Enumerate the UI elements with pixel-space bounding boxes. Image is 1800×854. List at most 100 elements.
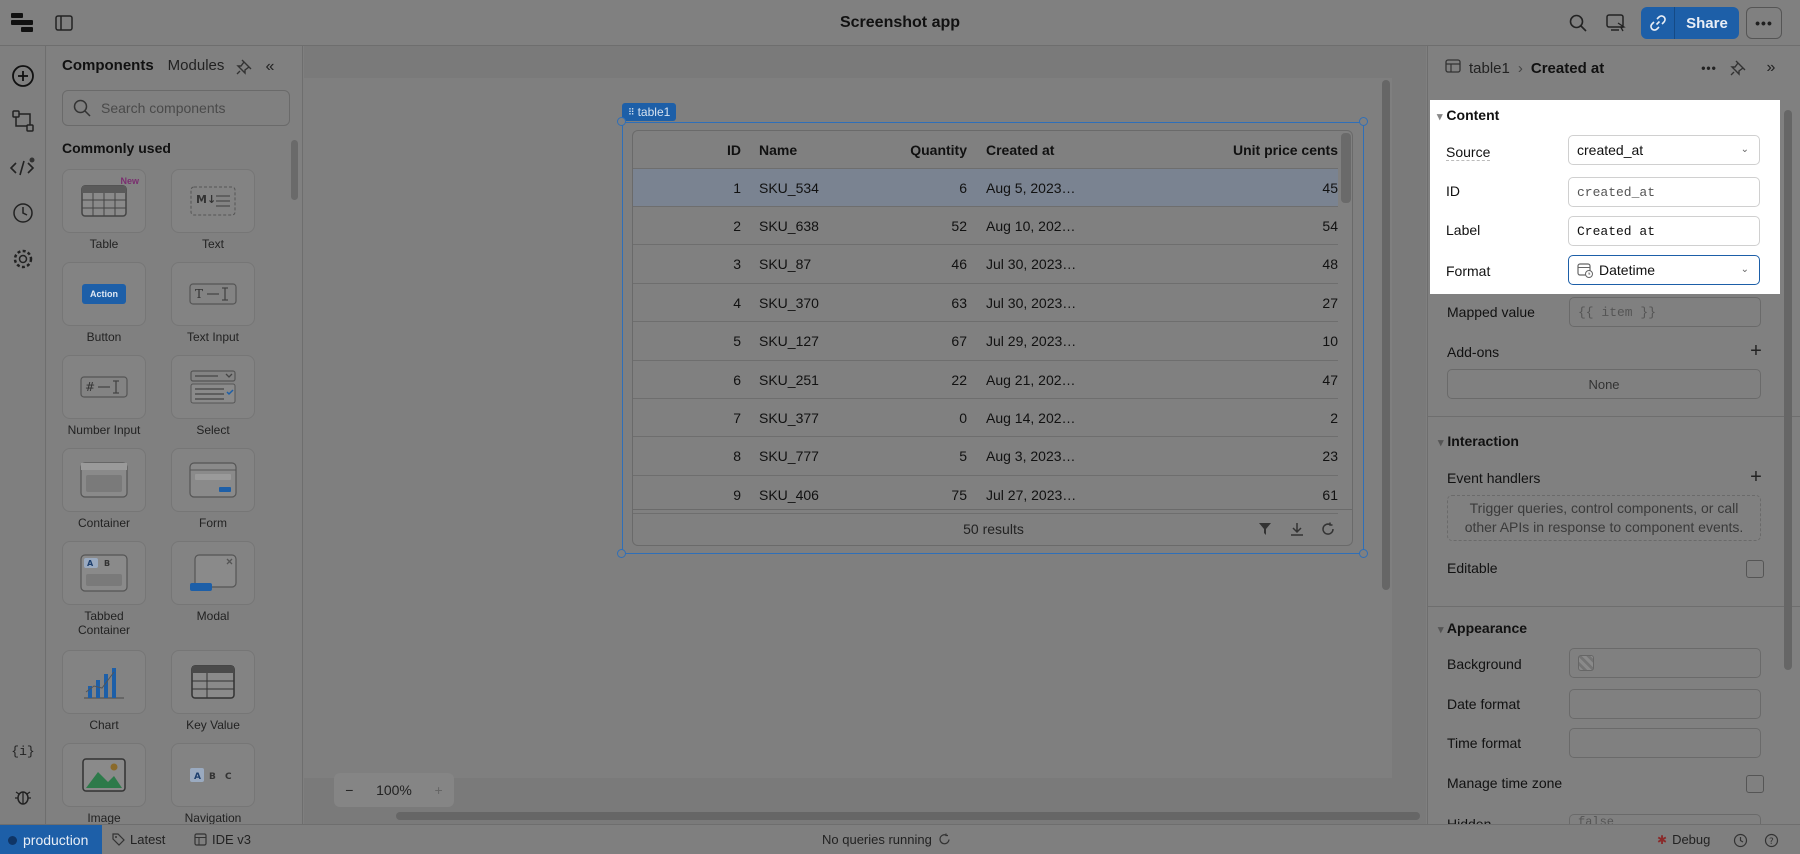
tile-form[interactable]: Form — [171, 448, 255, 530]
help-icon[interactable]: ? — [1762, 831, 1780, 849]
tile-text-input[interactable]: T Text Input — [171, 262, 255, 344]
addons-label: Add-ons — [1447, 344, 1500, 360]
id-field[interactable]: created_at — [1568, 177, 1760, 207]
resize-handle-tr[interactable] — [1359, 117, 1368, 126]
canvas-vertical-scrollbar[interactable] — [1382, 80, 1390, 590]
col-header-created-at[interactable]: Created at — [967, 142, 1097, 158]
tile-image[interactable]: Image — [62, 743, 146, 825]
breadcrumb-parent[interactable]: table1 — [1469, 60, 1510, 77]
label-field[interactable]: Created at — [1568, 216, 1760, 246]
button-icon: Action — [82, 284, 126, 304]
editable-checkbox[interactable] — [1746, 560, 1764, 578]
add-event-handler-icon[interactable]: + — [1747, 466, 1765, 488]
col-header-unit-price[interactable]: Unit price cents — [1097, 142, 1338, 158]
debug-button[interactable]: ✱ Debug — [1657, 832, 1710, 847]
canvas-horizontal-scrollbar[interactable] — [396, 812, 1420, 820]
search-icon[interactable] — [1568, 13, 1588, 33]
appearance-section[interactable]: ▾ Appearance — [1438, 620, 1527, 636]
copy-link-button[interactable] — [1641, 7, 1675, 39]
resize-handle-bl[interactable] — [617, 549, 626, 558]
code-icon[interactable] — [10, 156, 36, 178]
date-format-field[interactable] — [1569, 689, 1761, 719]
table-scrollbar[interactable] — [1341, 133, 1351, 203]
source-select[interactable]: created_at ⌄ — [1568, 135, 1760, 165]
share-button[interactable]: Share — [1675, 7, 1739, 39]
addons-none-button[interactable]: None — [1447, 369, 1761, 399]
debug-bug-icon[interactable] — [12, 786, 34, 808]
pin-icon[interactable] — [1728, 58, 1748, 78]
more-options-button[interactable]: ••• — [1746, 7, 1782, 39]
col-header-name[interactable]: Name — [741, 142, 856, 158]
tile-number-input[interactable]: # Number Input — [62, 355, 146, 437]
content-section: ▾ Content Source created_at ⌄ ID created… — [1430, 100, 1780, 294]
new-badge: New — [120, 176, 139, 186]
expand-panel-icon[interactable]: » — [1763, 58, 1779, 78]
panel-scrollbar[interactable] — [291, 140, 298, 200]
inspector-scrollbar[interactable] — [1784, 110, 1792, 670]
text-input-icon: T — [189, 283, 237, 305]
pin-icon[interactable] — [235, 58, 253, 76]
tile-button[interactable]: Action Button — [62, 262, 146, 344]
hidden-field[interactable]: false — [1569, 814, 1761, 824]
mapped-value-field[interactable]: {{ item }} — [1569, 297, 1761, 327]
tile-chart[interactable]: Chart — [62, 650, 146, 732]
tile-modal[interactable]: Modal — [171, 541, 255, 623]
workflow-icon[interactable] — [12, 110, 34, 132]
table-row[interactable]: 1 SKU_534 6 Aug 5, 2023… 45 — [633, 169, 1338, 207]
add-component-icon[interactable] — [11, 64, 35, 88]
key-value-icon — [191, 665, 235, 699]
left-rail: {i} — [0, 46, 46, 824]
col-header-quantity[interactable]: Quantity — [856, 142, 967, 158]
time-format-field[interactable] — [1569, 728, 1761, 758]
table-row[interactable]: 8 SKU_777 5 Aug 3, 2023… 23 — [633, 438, 1338, 476]
tile-container[interactable]: Container — [62, 448, 146, 530]
collapse-panel-icon[interactable]: « — [261, 58, 279, 76]
filter-icon[interactable] — [1256, 520, 1274, 538]
interaction-section[interactable]: ▾ Interaction — [1438, 433, 1519, 449]
environment-button[interactable]: production — [0, 825, 102, 854]
table-row[interactable]: 2 SKU_638 52 Aug 10, 202… 54 — [633, 207, 1338, 246]
tile-text[interactable]: M↓ Text — [171, 169, 255, 251]
manage-time-zone-checkbox[interactable] — [1746, 775, 1764, 793]
refresh-icon[interactable] — [1319, 520, 1337, 538]
ide-version-button[interactable]: IDE v3 — [194, 832, 251, 847]
download-icon[interactable] — [1288, 520, 1306, 538]
table-row[interactable]: 6 SKU_251 22 Aug 21, 202… 47 — [633, 361, 1338, 399]
variables-icon[interactable]: {i} — [11, 740, 34, 762]
tile-tabbed-container[interactable]: AB Tabbed Container — [62, 541, 146, 637]
resize-handle-tl[interactable] — [617, 117, 626, 126]
add-addon-icon[interactable]: + — [1747, 340, 1765, 362]
preview-icon[interactable] — [1605, 13, 1627, 33]
tile-select[interactable]: Select — [171, 355, 255, 437]
table-row[interactable]: 5 SKU_127 67 Jul 29, 2023… 10 — [633, 323, 1338, 361]
col-header-id[interactable]: ID — [633, 142, 741, 158]
cell-quantity: 22 — [951, 371, 967, 388]
table-row[interactable]: 4 SKU_370 63 Jul 30, 2023… 27 — [633, 284, 1338, 323]
table-row[interactable]: 3 SKU_87 46 Jul 30, 2023… 48 — [633, 246, 1338, 284]
chevron-down-icon: ⌄ — [1740, 144, 1749, 155]
history-icon[interactable] — [12, 202, 34, 224]
search-components-input[interactable]: Search components — [62, 90, 290, 126]
format-select[interactable]: Datetime ⌄ — [1568, 255, 1760, 285]
tile-table[interactable]: New Table — [62, 169, 146, 251]
zoom-out-button[interactable]: − — [345, 782, 353, 798]
cell-unit-price: 10 — [1322, 333, 1338, 350]
content-section-header[interactable]: ▾ Content — [1437, 107, 1499, 123]
tab-modules[interactable]: Modules — [168, 57, 225, 74]
refresh-icon[interactable] — [938, 833, 951, 846]
event-handlers-placeholder[interactable]: Trigger queries, control components, or … — [1447, 495, 1761, 541]
tile-key-value[interactable]: Key Value — [171, 650, 255, 732]
inspector-more-icon[interactable]: ••• — [1699, 58, 1719, 78]
resize-handle-br[interactable] — [1359, 549, 1368, 558]
zoom-in-button[interactable]: + — [434, 782, 442, 798]
cell-name: SKU_777 — [759, 448, 819, 465]
tab-components[interactable]: Components — [62, 57, 154, 74]
version-button[interactable]: Latest — [112, 832, 165, 847]
history-icon[interactable] — [1731, 831, 1749, 849]
tile-navigation[interactable]: ABC Navigation — [171, 743, 255, 825]
components-panel: Components Modules « Search components C… — [47, 46, 303, 825]
settings-gear-icon[interactable] — [12, 248, 34, 270]
table-row[interactable]: 7 SKU_377 0 Aug 14, 202… 2 — [633, 399, 1338, 438]
table1-tag[interactable]: ⠿ table1 — [622, 103, 677, 121]
background-field[interactable] — [1569, 648, 1761, 678]
